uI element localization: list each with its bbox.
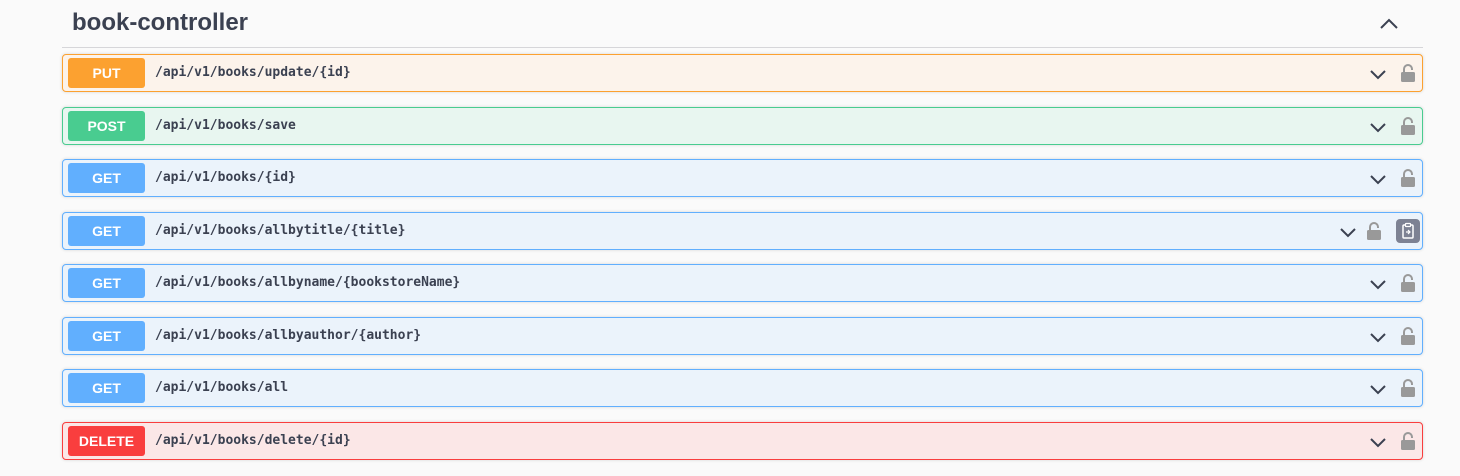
chevron-down-icon[interactable] <box>1338 222 1358 242</box>
lock-icon[interactable] <box>1400 63 1416 83</box>
book-controller-section: book-controller PUT /api/v1/books/update… <box>62 0 1423 460</box>
operations-list: PUT /api/v1/books/update/{id} POST /api/… <box>62 54 1423 474</box>
section-title: book-controller <box>72 9 249 36</box>
method-badge: GET <box>68 268 145 298</box>
operation-path: /api/v1/books/update/{id} <box>155 65 351 80</box>
operation-path: /api/v1/books/delete/{id} <box>155 432 351 448</box>
lock-icon[interactable] <box>1400 431 1416 451</box>
operation-delete[interactable]: DELETE /api/v1/books/delete/{id} <box>62 421 1423 460</box>
copy-to-clipboard-icon[interactable] <box>1396 218 1420 243</box>
operation-path: /api/v1/books/all <box>155 380 289 395</box>
section-header[interactable]: book-controller <box>62 0 1423 48</box>
method-badge: GET <box>68 320 145 351</box>
chevron-down-icon[interactable] <box>1368 432 1388 452</box>
method-badge: GET <box>68 215 145 246</box>
lock-icon[interactable] <box>1400 116 1416 136</box>
lock-icon[interactable] <box>1400 273 1416 293</box>
chevron-down-icon[interactable] <box>1368 117 1388 137</box>
operation-path: /api/v1/books/allbyname/{bookstoreName} <box>155 275 461 290</box>
operation-put-update[interactable]: PUT /api/v1/books/update/{id} <box>62 54 1423 92</box>
operation-path: /api/v1/books/save <box>155 117 296 133</box>
method-badge: GET <box>68 163 145 193</box>
operation-get-all[interactable]: GET /api/v1/books/all <box>62 369 1423 407</box>
lock-icon[interactable] <box>1400 378 1416 398</box>
method-badge: GET <box>68 373 145 403</box>
operation-path: /api/v1/books/{id} <box>155 170 296 185</box>
lock-icon[interactable] <box>1366 221 1382 241</box>
lock-icon[interactable] <box>1400 168 1416 188</box>
lock-icon[interactable] <box>1400 326 1416 346</box>
chevron-up-icon[interactable] <box>1377 12 1401 36</box>
chevron-down-icon[interactable] <box>1368 327 1388 347</box>
chevron-down-icon[interactable] <box>1368 379 1388 399</box>
chevron-down-icon[interactable] <box>1368 274 1388 294</box>
operation-post-save[interactable]: POST /api/v1/books/save <box>62 106 1423 145</box>
method-badge: DELETE <box>68 425 145 456</box>
operation-path: /api/v1/books/allbyauthor/{author} <box>155 327 422 343</box>
operation-get-allbyauthor[interactable]: GET /api/v1/books/allbyauthor/{author} <box>62 316 1423 355</box>
method-badge: POST <box>68 110 145 141</box>
operation-get-by-id[interactable]: GET /api/v1/books/{id} <box>62 159 1423 197</box>
operation-get-allbytitle[interactable]: GET /api/v1/books/allbytitle/{title} <box>62 211 1423 250</box>
operation-path: /api/v1/books/allbytitle/{title} <box>155 222 406 238</box>
chevron-down-icon[interactable] <box>1368 64 1388 84</box>
chevron-down-icon[interactable] <box>1368 169 1388 189</box>
method-badge: PUT <box>68 58 145 88</box>
operation-get-allbyname[interactable]: GET /api/v1/books/allbyname/{bookstoreNa… <box>62 264 1423 302</box>
